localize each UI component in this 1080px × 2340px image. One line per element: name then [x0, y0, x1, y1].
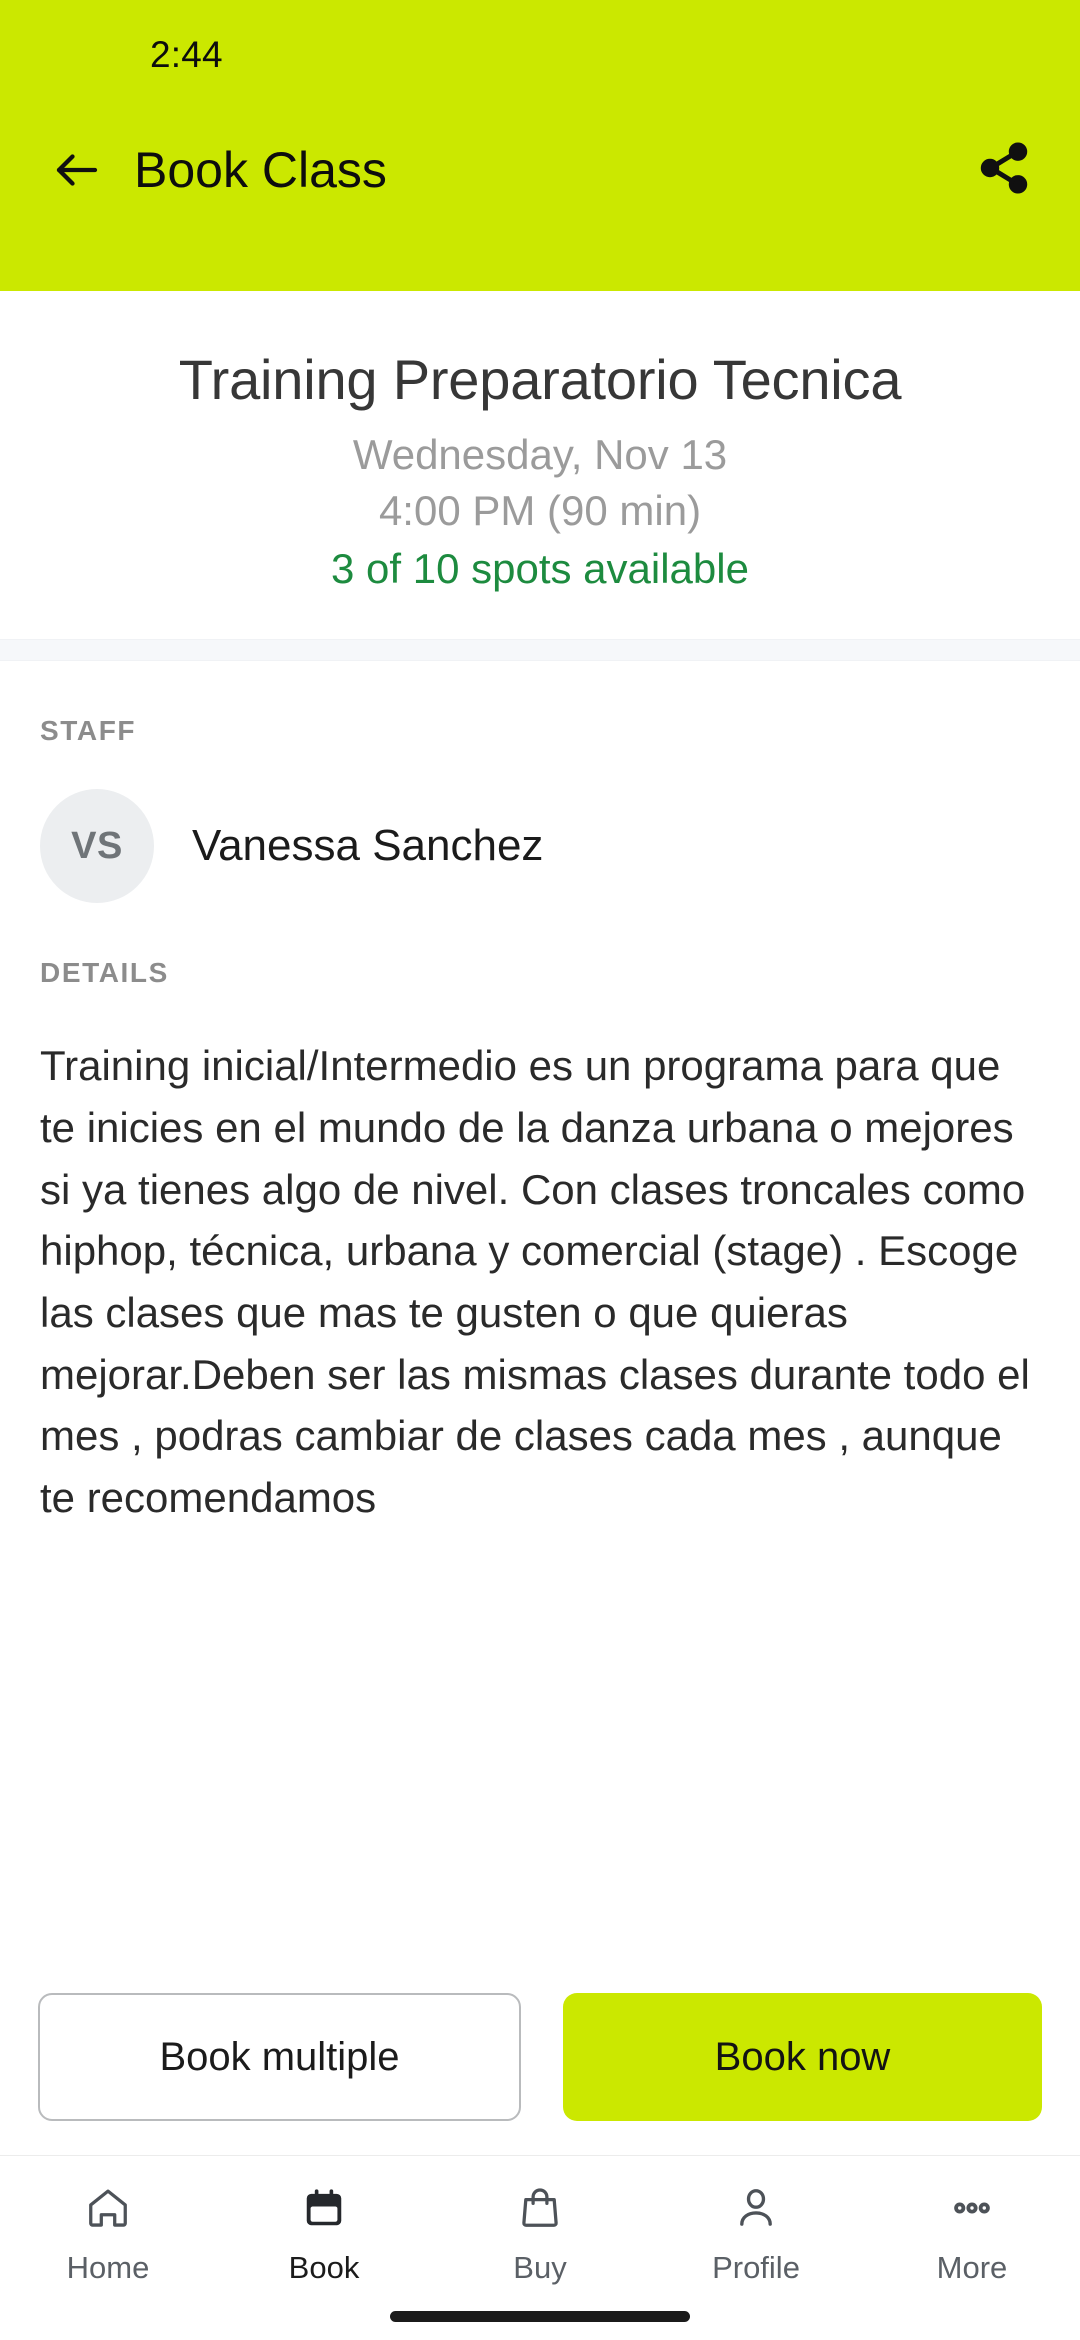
nav-item-buy[interactable]: Buy: [432, 2180, 648, 2286]
content-area: Training Preparatorio Tecnica Wednesday,…: [0, 291, 1080, 2340]
share-icon: [976, 140, 1032, 201]
staff-row[interactable]: VS Vanessa Sanchez: [40, 789, 1040, 904]
avatar: VS: [40, 789, 154, 904]
share-button[interactable]: [972, 138, 1036, 202]
nav-label-profile: Profile: [712, 2250, 800, 2285]
class-availability: 3 of 10 spots available: [331, 545, 749, 593]
home-icon: [85, 2180, 131, 2236]
book-now-button[interactable]: Book now: [563, 1993, 1042, 2121]
home-indicator[interactable]: [390, 2311, 690, 2322]
nav-label-book: Book: [288, 2250, 360, 2285]
book-multiple-button[interactable]: Book multiple: [38, 1993, 521, 2121]
class-title: Training Preparatorio Tecnica: [178, 348, 902, 411]
status-bar: 2:44: [0, 0, 1080, 110]
action-bar: Book multiple Book now: [0, 1957, 1080, 2155]
nav-label-buy: Buy: [513, 2250, 567, 2285]
app-bar: 2:44 Book Class: [0, 0, 1080, 291]
class-date: Wednesday, Nov 13: [352, 431, 728, 479]
staff-section-label: STAFF: [40, 715, 137, 747]
nav-item-home[interactable]: Home: [0, 2180, 216, 2286]
nav-label-more: More: [936, 2250, 1008, 2285]
person-icon: [733, 2180, 779, 2236]
app-bar-title-row: Book Class: [0, 110, 1080, 230]
nav-item-book[interactable]: Book: [216, 2180, 432, 2286]
details-description: Training inicial/Intermedio es un progra…: [40, 1042, 1042, 1522]
class-time: 4:00 PM (90 min): [378, 487, 702, 535]
bag-icon: [517, 2180, 563, 2236]
back-button[interactable]: [46, 139, 108, 201]
avatar-initials: VS: [71, 824, 123, 867]
calendar-icon: [301, 2180, 347, 2236]
details-section-label: DETAILS: [40, 957, 169, 989]
status-bar-clock: 2:44: [150, 34, 223, 75]
staff-section: STAFF VS Vanessa Sanchez: [0, 715, 1080, 904]
class-summary: Training Preparatorio Tecnica Wednesday,…: [0, 291, 1080, 639]
app-screen: 2:44 Book Class Training Preparatorio Te…: [0, 0, 1080, 2340]
page-title: Book Class: [134, 142, 387, 198]
arrow-left-icon: [50, 143, 104, 197]
home-indicator-wrap: [0, 2311, 1080, 2322]
section-divider: [0, 639, 1080, 662]
nav-item-more[interactable]: More: [864, 2180, 1080, 2286]
ellipsis-icon: [949, 2180, 995, 2236]
details-section: DETAILS Training inicial/Intermedio es u…: [0, 957, 1080, 1529]
nav-item-profile[interactable]: Profile: [648, 2180, 864, 2286]
scrollable-details-region[interactable]: STAFF VS Vanessa Sanchez DETAILS Trainin…: [0, 661, 1080, 1957]
staff-name: Vanessa Sanchez: [192, 821, 544, 871]
nav-label-home: Home: [66, 2250, 150, 2285]
